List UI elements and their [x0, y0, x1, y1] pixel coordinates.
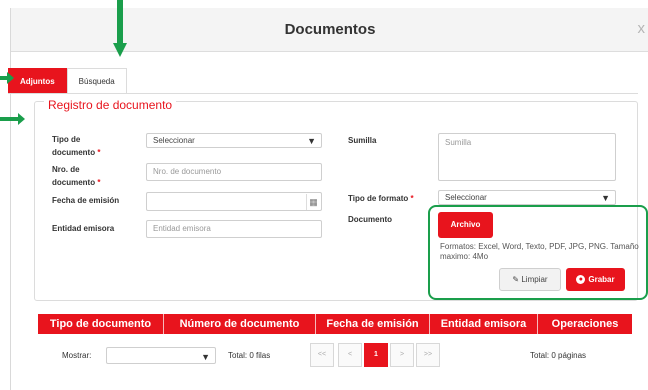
chevron-down-icon: ▼	[201, 352, 210, 362]
fecha-emision-input[interactable]: ▦	[146, 192, 322, 211]
registro-legend: Registro de documento	[44, 98, 177, 112]
sumilla-label: Sumilla	[348, 136, 377, 145]
save-icon: ●	[576, 275, 586, 285]
first-page-button[interactable]: <<	[310, 343, 334, 367]
limpiar-button[interactable]: ✎ Limpiar	[499, 268, 561, 291]
tipo-formato-select[interactable]: Seleccionar ▼	[438, 190, 616, 205]
chevron-down-icon: ▼	[601, 193, 610, 203]
sumilla-textarea[interactable]: Sumilla	[438, 133, 616, 181]
tipo-formato-label: Tipo de formato *	[348, 194, 414, 203]
documents-table-header: Tipo de documento Número de documento Fe…	[38, 314, 632, 334]
total-filas: Total: 0 filas	[228, 351, 271, 360]
tab-bar: Adjuntos Búsqueda	[8, 68, 127, 94]
fecha-emision-label: Fecha de emisión	[52, 196, 120, 205]
close-icon[interactable]: x	[638, 20, 646, 37]
documento-label: Documento	[348, 215, 392, 224]
chevron-down-icon: ▼	[307, 136, 316, 146]
column-header: Tipo de documento	[38, 314, 164, 334]
current-page-button[interactable]: 1	[364, 343, 388, 367]
tipo-documento-select[interactable]: Seleccionar ▼	[146, 133, 322, 148]
grabar-button[interactable]: ● Grabar	[566, 268, 625, 291]
formats-note: Formatos: Excel, Word, Texto, PDF, JPG, …	[440, 242, 639, 261]
entidad-emisora-input[interactable]: Entidad emisora	[146, 220, 322, 238]
last-page-button[interactable]: >>	[416, 343, 440, 367]
mostrar-select[interactable]: ▼	[106, 347, 216, 364]
tab-adjuntos[interactable]: Adjuntos	[8, 68, 67, 94]
tipo-documento-value: Seleccionar	[153, 136, 195, 145]
tipo-documento-label: Tipo de documento *	[52, 135, 101, 157]
tipo-formato-value: Seleccionar	[445, 193, 487, 202]
column-header: Número de documento	[164, 314, 316, 334]
modal-title: Documentos	[284, 21, 376, 38]
nro-documento-label: Nro. de documento *	[52, 165, 101, 187]
column-header: Entidad emisora	[430, 314, 538, 334]
modal-header: Documentos x	[11, 8, 648, 52]
mostrar-label: Mostrar:	[62, 351, 92, 360]
next-page-button[interactable]: >	[390, 343, 414, 367]
archivo-button[interactable]: Archivo	[438, 212, 493, 238]
tab-divider	[8, 93, 638, 94]
nro-documento-input[interactable]: Nro. de documento	[146, 163, 322, 181]
eraser-icon: ✎	[512, 275, 520, 284]
column-header: Operaciones	[551, 318, 619, 330]
prev-page-button[interactable]: <	[338, 343, 362, 367]
column-header: Fecha de emisión	[316, 314, 430, 334]
tab-busqueda[interactable]: Búsqueda	[66, 68, 127, 94]
entidad-emisora-label: Entidad emisora	[52, 224, 115, 233]
total-paginas: Total: 0 páginas	[530, 351, 587, 360]
calendar-icon[interactable]: ▦	[306, 194, 320, 210]
